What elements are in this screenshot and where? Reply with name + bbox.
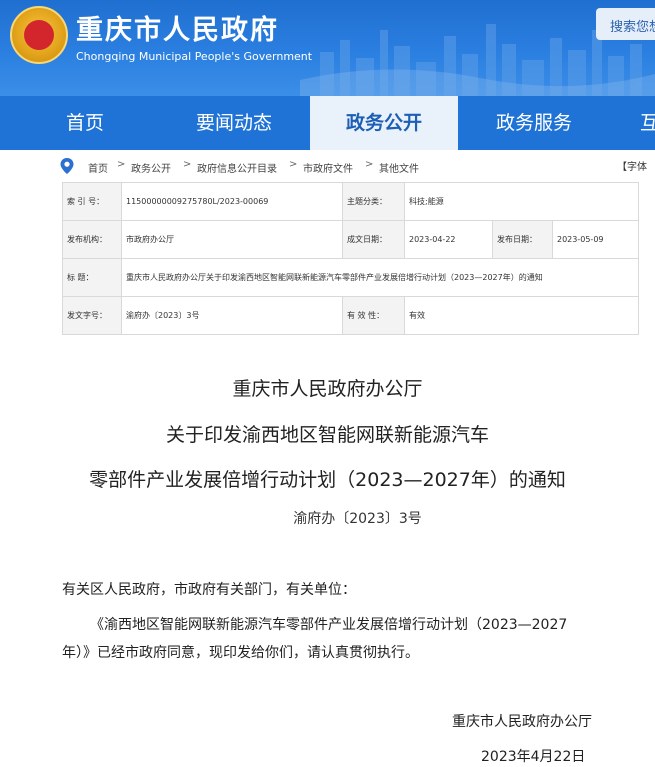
breadcrumb-separator: > — [117, 159, 126, 170]
doc-number-label: 发文字号： — [62, 296, 122, 335]
breadcrumb-home[interactable]: 首页 — [88, 160, 108, 175]
index-number-value: 11500000009275780L/2023-00069 — [121, 182, 343, 221]
breadcrumb-info-directory[interactable]: 政府信息公开目录 — [197, 160, 277, 175]
category-label: 主题分类： — [342, 182, 405, 221]
breadcrumb-separator: > — [365, 159, 374, 170]
title-value: 重庆市人民政府办公厅关于印发渝西地区智能网联新能源汽车零部件产业发展倍增行动计划… — [120, 258, 640, 297]
nav-item-gov-services[interactable]: 政务服务 — [468, 96, 600, 150]
issuer-label: 发布机构： — [62, 220, 122, 259]
doc-number-value: 渝府办〔2023〕3号 — [121, 296, 343, 335]
main-nav: 首页 要闻动态 政务公开 政务服务 互 — [0, 96, 655, 150]
breadcrumb-separator: > — [183, 159, 192, 170]
breadcrumb: 首页 > 政务公开 > 政府信息公开目录 > 市政府文件 > 其他文件 【字体 — [0, 150, 655, 182]
breadcrumb-separator: > — [289, 159, 298, 170]
document-title-line-1: 重庆市人民政府办公厅 — [232, 378, 423, 400]
document-title-line-2: 关于印发渝西地区智能网联新能源汽车 — [165, 424, 489, 446]
site-subtitle: Chongqing Municipal People's Government — [76, 50, 313, 63]
search-input[interactable]: 搜索您想 — [596, 8, 655, 40]
publish-date-value: 2023-05-09 — [551, 220, 640, 259]
body-paragraph-line-2: 年）》已经市政府同意，现印发给你们，请认真贯彻执行。 — [62, 645, 419, 661]
validity-label: 有 效 性： — [342, 296, 405, 335]
nav-item-gov-affairs-open[interactable]: 政务公开 — [310, 96, 458, 150]
table-row: 索 引 号： 11500000009275780L/2023-00069 主题分… — [62, 182, 640, 221]
nav-item-interaction[interactable]: 互 — [640, 96, 655, 150]
signature-date: 2023年4月22日 — [481, 749, 586, 765]
salutation: 有关区人民政府，市政府有关部门，有关单位： — [62, 582, 356, 598]
site-header: 重庆市人民政府 Chongqing Municipal People's Gov… — [0, 0, 655, 96]
document-info-table: 索 引 号： 11500000009275780L/2023-00069 主题分… — [62, 182, 640, 335]
location-pin-icon — [60, 158, 74, 174]
site-title: 重庆市人民政府 — [76, 15, 279, 46]
publish-date-label: 发布日期： — [492, 220, 553, 259]
title-label: 标 题： — [62, 258, 122, 297]
nav-item-home[interactable]: 首页 — [26, 96, 144, 150]
validity-value: 有效 — [403, 296, 640, 335]
font-size-control[interactable]: 【字体 — [617, 158, 647, 173]
body-paragraph-line-1: 《渝西地区智能网联新能源汽车零部件产业发展倍增行动计划（2023—2027 — [90, 617, 568, 633]
breadcrumb-other-docs[interactable]: 其他文件 — [379, 160, 419, 175]
table-row: 发文字号： 渝府办〔2023〕3号 有 效 性： 有效 — [62, 296, 640, 335]
national-emblem-icon — [10, 6, 68, 64]
table-row: 标 题： 重庆市人民政府办公厅关于印发渝西地区智能网联新能源汽车零部件产业发展倍… — [62, 258, 640, 297]
breadcrumb-municipal-docs[interactable]: 市政府文件 — [303, 160, 353, 175]
nav-item-news[interactable]: 要闻动态 — [168, 96, 300, 150]
signature: 重庆市人民政府办公厅 — [452, 714, 592, 730]
breadcrumb-gov-affairs-open[interactable]: 政务公开 — [131, 160, 171, 175]
document-title-line-3: 零部件产业发展倍增行动计划（2023—2027年）的通知 — [89, 469, 566, 491]
written-date-value: 2023-04-22 — [404, 220, 493, 259]
document-number: 渝府办〔2023〕3号 — [293, 511, 422, 527]
issuer-value: 市政府办公厅 — [121, 220, 343, 259]
category-value: 科技;能源 — [403, 182, 640, 221]
table-row: 发布机构： 市政府办公厅 成文日期： 2023-04-22 发布日期： 2023… — [62, 220, 640, 259]
written-date-label: 成文日期： — [342, 220, 405, 259]
index-number-label: 索 引 号： — [62, 182, 122, 221]
